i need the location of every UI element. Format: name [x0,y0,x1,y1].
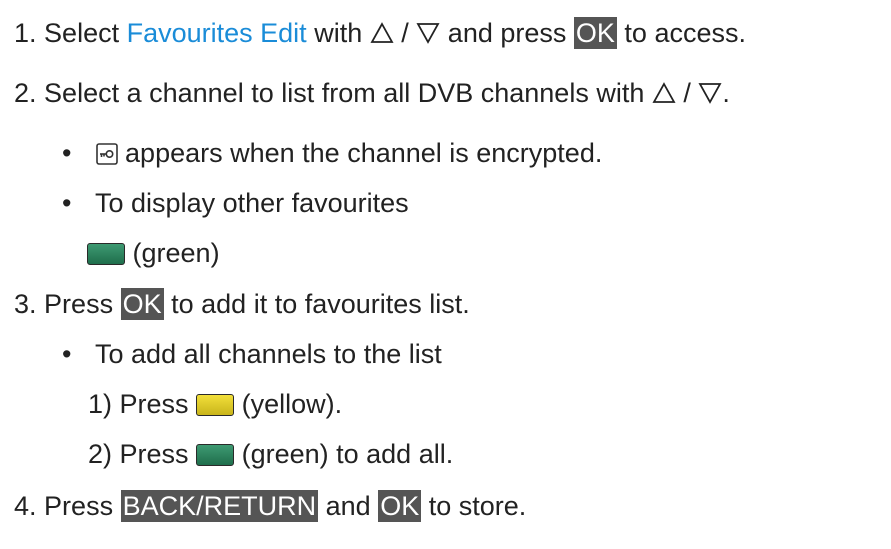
ok-key: OK [573,17,617,49]
step-number: 4. [14,491,37,521]
separator: / [401,18,409,48]
step-number: 3. [14,289,37,319]
yellow-button-icon [196,394,235,416]
down-triangle-icon [416,23,440,44]
step-1: 1. Select Favourites Edit with / and pre… [14,16,746,50]
substep-1: 1) Press (yellow). [88,387,342,421]
step-text: to access. [624,18,746,48]
step-text: with [314,18,363,48]
down-triangle-icon [698,83,722,104]
step-number: 2. [14,78,37,108]
step-text: and [325,491,371,521]
substep-text: Press [119,439,189,469]
substep-text: (green) to add all. [241,439,454,469]
substep-text: (yellow). [241,389,343,419]
step-4: 4. Press BACK/RETURN and OK to store. [14,489,526,523]
ok-key: OK [120,288,164,320]
step-text: Press [44,491,114,521]
step-number: 1. [14,18,37,48]
up-triangle-icon [370,22,394,43]
step-text: Select [44,18,120,48]
separator: / [683,78,691,108]
ok-key: OK [378,490,422,522]
step-3: 3. Press OK to add it to favourites list… [14,287,470,321]
bullet-text: To add all channels to the list [95,339,442,369]
step-text: Select a channel to list from all DVB ch… [44,78,645,108]
substep-text: Press [119,389,189,419]
back-return-key: BACK/RETURN [120,490,319,522]
bullet-icon: • [62,188,72,218]
green-label: (green) [132,238,220,268]
bullet-other-favourites: • To display other favourites [62,186,409,220]
step-text: . [722,78,730,108]
up-triangle-icon [652,82,676,103]
green-button-line: (green) [87,236,220,270]
step-text: and press [447,18,567,48]
step-text: to add it to favourites list. [171,289,470,319]
substep-number: 2) [88,439,113,469]
substep-2: 2) Press (green) to add all. [88,437,453,471]
step-2: 2. Select a channel to list from all DVB… [14,76,730,110]
substep-number: 1) [88,389,113,419]
bullet-text: To display other favourites [95,188,409,218]
step-text: to store. [428,491,527,521]
bullet-encrypted: • appears when the channel is encrypted. [62,136,602,170]
encrypted-key-icon [95,143,118,165]
green-button-icon [196,444,235,466]
step-text: Press [44,289,114,319]
bullet-text: appears when the channel is encrypted. [125,138,603,168]
bullet-add-all: • To add all channels to the list [62,337,442,371]
bullet-icon: • [62,138,72,168]
green-button-icon [87,243,125,265]
favourites-edit-link[interactable]: Favourites Edit [127,18,307,48]
bullet-icon: • [62,339,72,369]
